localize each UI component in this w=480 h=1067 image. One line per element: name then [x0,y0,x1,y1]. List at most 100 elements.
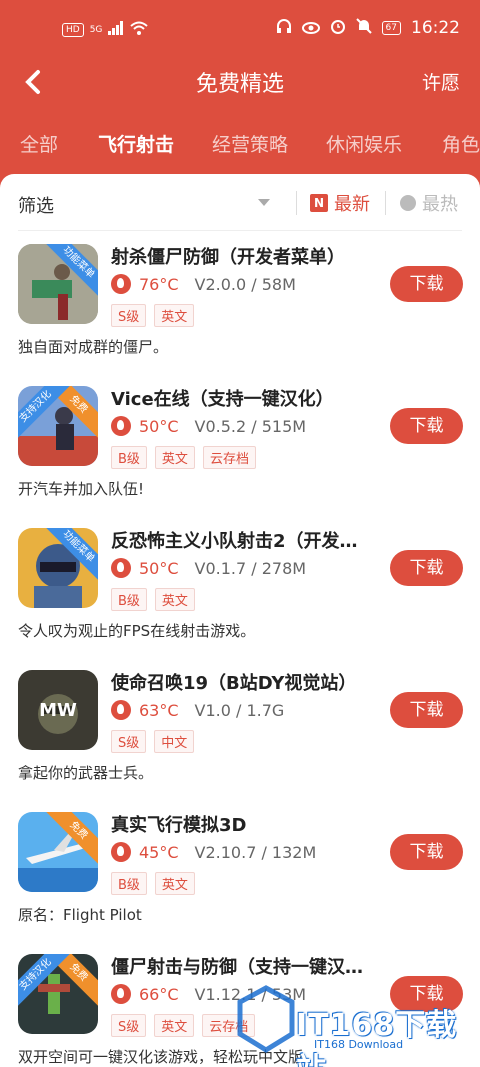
tag: S级 [111,304,147,327]
game-meta: 63°C V1.0 / 1.7G [111,700,284,720]
heat-value: 45°C [139,842,179,862]
game-icon: 免费 支持汉化 [18,386,98,466]
fire-icon [111,416,131,436]
download-button[interactable]: 下载 [390,834,463,870]
fire-icon [111,984,131,1004]
download-button[interactable]: 下载 [390,266,463,302]
divider [296,191,297,215]
sort-newest-button[interactable]: N 最新 [310,190,370,216]
version-size: V2.0.0 / 58M [194,274,296,294]
tag: B级 [111,588,147,611]
game-title: 射杀僵尸防御（开发者菜单） [111,247,345,268]
category-tabs: 全部 飞行射击 经营策略 休闲娱乐 角色 [0,118,480,168]
game-description: 独自面对成群的僵尸。 [18,338,169,356]
app-header: 免费精选 许愿 [0,56,480,108]
game-meta: 50°C V0.1.7 / 278M [111,558,306,578]
game-title: 使命召唤19（B站DY视觉站） [111,673,357,694]
list-item[interactable]: 免费 支持汉化 Vice在线（支持一键汉化） 50°C V0.5.2 / 515… [0,372,480,514]
download-button[interactable]: 下载 [390,408,463,444]
divider [385,191,386,215]
download-button[interactable]: 下载 [390,692,463,728]
download-button[interactable]: 下载 [390,550,463,586]
game-title: 反恐怖主义小队射击2（开发… [111,531,358,552]
status-left: HD 5G [62,20,149,39]
list-item[interactable]: 功能菜单 射杀僵尸防御（开发者菜单） 76°C V2.0.0 / 58M S级 … [0,230,480,372]
game-icon: 免费 支持汉化 [18,954,98,1034]
game-description: 原名：Flight Pilot [18,906,142,924]
tag: 英文 [154,1014,195,1037]
wish-button[interactable]: 许愿 [422,68,460,95]
status-right: 67 16:22 [276,18,460,38]
game-icon: MW [18,670,98,750]
tag: 英文 [154,872,195,895]
tag-list: B级 英文 [111,872,195,895]
version-size: V0.5.2 / 515M [194,416,307,436]
tab-casual[interactable]: 休闲娱乐 [326,130,402,157]
heat-value: 50°C [139,416,179,436]
game-meta: 76°C V2.0.0 / 58M [111,274,296,294]
tag-list: B级 英文 云存档 [111,446,256,469]
watermark: IT168下载站 IT168 Download [236,978,470,1067]
list-item[interactable]: MW 使命召唤19（B站DY视觉站） 63°C V1.0 / 1.7G S级 中… [0,656,480,798]
tab-strategy[interactable]: 经营策略 [212,130,288,157]
new-icon: N [310,194,328,212]
game-icon: 功能菜单 [18,528,98,608]
hd-icon: HD [62,22,84,37]
fire-icon [111,274,131,294]
fire-icon [111,700,131,720]
filter-bar: 筛选 N 最新 最热 [0,174,480,230]
list-item[interactable]: 功能菜单 反恐怖主义小队射击2（开发… 50°C V0.1.7 / 278M B… [0,514,480,656]
game-meta: 50°C V0.5.2 / 515M [111,416,306,436]
list-item[interactable]: 免费 真实飞行模拟3D 45°C V2.10.7 / 132M B级 英文 下载… [0,798,480,940]
game-description: 开汽车并加入队伍! [18,480,145,498]
wifi-icon [130,20,149,39]
heat-value: 76°C [139,274,179,294]
tag: 云存档 [202,446,256,469]
filter-label[interactable]: 筛选 [18,192,54,218]
tag-list: S级 英文 [111,304,195,327]
eye-icon [301,19,320,38]
game-title: 真实飞行模拟3D [111,815,247,836]
network-type-icon: 5G [89,24,103,35]
game-icon: 免费 [18,812,98,892]
alarm-icon [330,18,346,38]
tab-rpg[interactable]: 角色 [442,130,480,157]
tag: B级 [111,446,147,469]
headphones-icon [276,18,292,38]
sort-hottest-button[interactable]: 最热 [400,190,458,216]
version-size: V2.10.7 / 132M [194,842,317,862]
tag-list: B级 英文 [111,588,195,611]
version-size: V1.0 / 1.7G [194,700,285,720]
tag-list: S级 中文 [111,730,195,753]
tag: S级 [111,730,147,753]
tag: 英文 [154,588,195,611]
sort-hottest-label: 最热 [422,194,458,215]
tab-flight-shooting[interactable]: 飞行射击 [98,130,174,157]
version-size: V0.1.7 / 278M [194,558,307,578]
game-title: Vice在线（支持一键汉化） [111,389,334,410]
game-title: 僵尸射击与防御（支持一键汉… [111,957,363,978]
page-title: 免费精选 [195,72,284,97]
status-bar: HD 5G 67 16:22 [0,0,480,56]
game-description: 拿起你的武器士兵。 [18,764,154,782]
tag: B级 [111,872,147,895]
tag: 中文 [154,730,195,753]
caret-down-icon[interactable] [258,199,270,206]
heat-value: 66°C [139,984,179,1004]
sort-newest-label: 最新 [334,194,370,215]
heat-value: 63°C [139,700,179,720]
mute-icon [355,18,372,38]
fire-icon [111,558,131,578]
tag: S级 [111,1014,147,1037]
battery-icon: 67 [381,21,401,35]
tag: 英文 [154,304,195,327]
game-description: 令人叹为观止的FPS在线射击游戏。 [18,622,256,640]
game-logo-text: MW [39,700,77,721]
tag-list: S级 英文 云存档 [111,1014,256,1037]
flame-icon [400,195,416,211]
tab-all[interactable]: 全部 [20,130,58,157]
tag: 英文 [154,446,195,469]
status-time: 16:22 [411,18,460,38]
heat-value: 50°C [139,558,179,578]
game-icon: 功能菜单 [18,244,98,324]
